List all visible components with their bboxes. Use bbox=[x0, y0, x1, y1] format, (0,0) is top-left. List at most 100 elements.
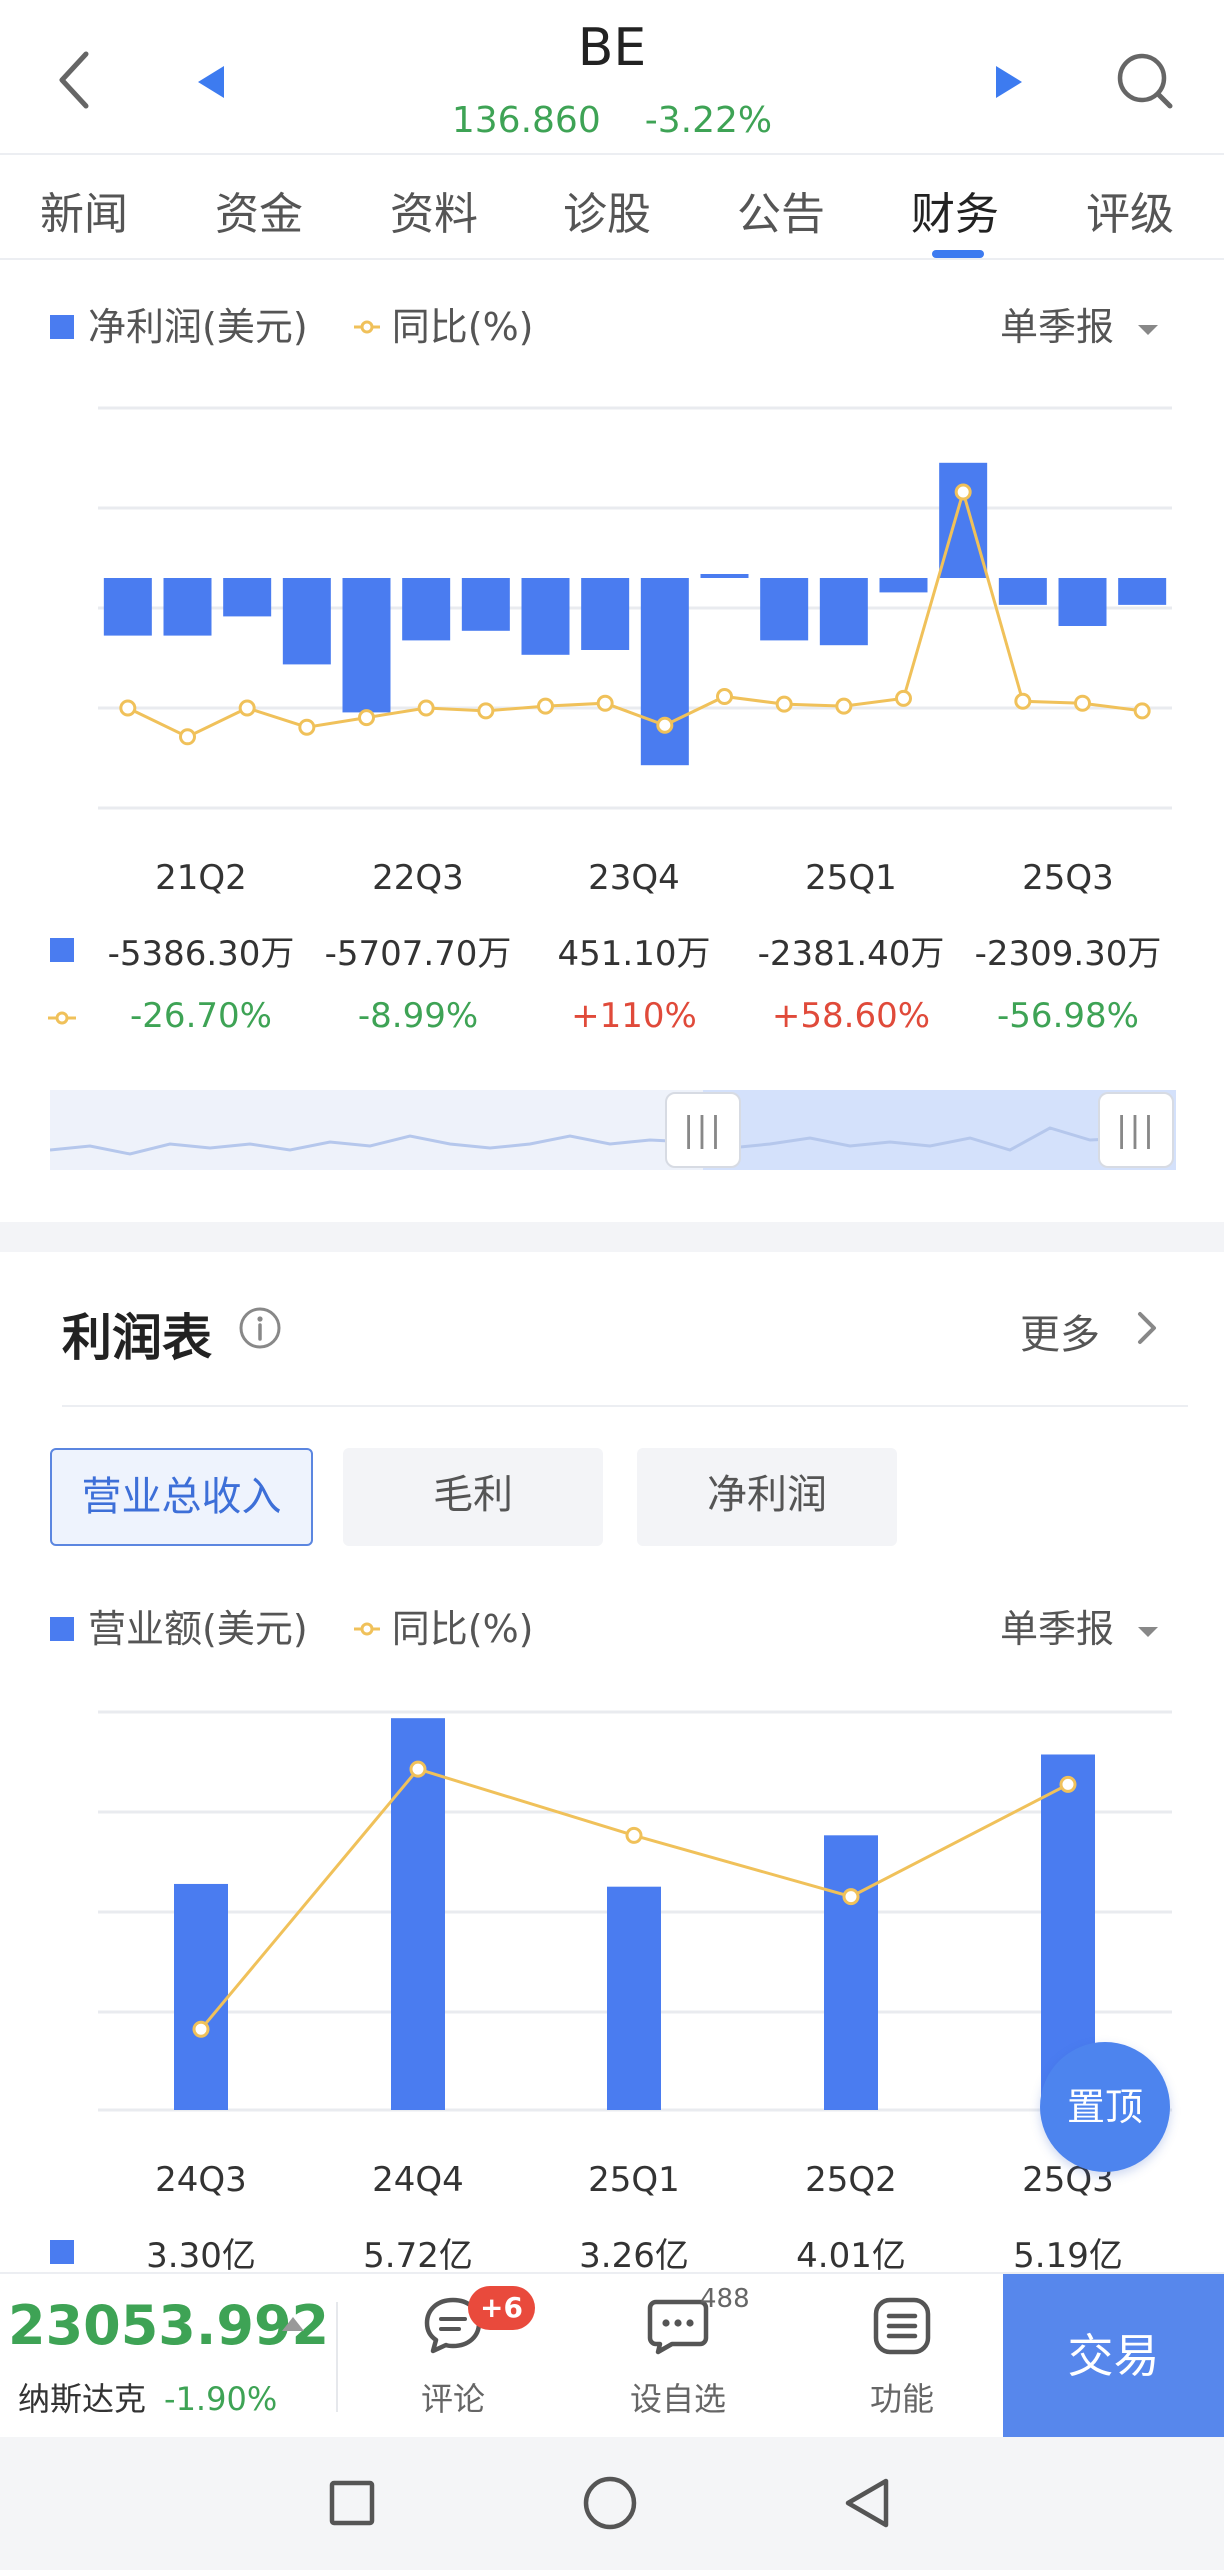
net-profit-bar bbox=[640, 578, 689, 766]
net-profit-bar bbox=[282, 578, 331, 665]
section-divider bbox=[0, 1222, 1224, 1252]
yoy-value: +58.60% bbox=[771, 996, 931, 1036]
yoy-value: -8.99% bbox=[357, 996, 479, 1036]
net-profit-period-dropdown[interactable]: 单季报 bbox=[1000, 296, 1160, 351]
title-divider bbox=[62, 1405, 1188, 1407]
net-profit-bar bbox=[998, 578, 1047, 605]
total-revenue-button[interactable]: 营业总收入 bbox=[50, 1448, 313, 1546]
net-profit-bar bbox=[223, 578, 272, 617]
yoy-values-row: -26.70% -8.99% +110% +58.60% -56.98% bbox=[0, 996, 1224, 1046]
yoy-point bbox=[192, 2020, 210, 2038]
x-label: 21Q2 bbox=[155, 858, 247, 898]
period-label: 单季报 bbox=[1000, 1607, 1115, 1651]
net-profit-bar bbox=[819, 578, 868, 646]
functions-label: 功能 bbox=[869, 2380, 934, 2418]
chevron-right-icon[interactable] bbox=[1134, 1308, 1160, 1348]
period-label: 单季报 bbox=[1000, 305, 1115, 349]
yoy-point bbox=[298, 718, 316, 736]
gross-profit-button[interactable]: 毛利 bbox=[343, 1448, 603, 1546]
yoy-point bbox=[842, 1888, 860, 1906]
revenue-chart bbox=[98, 1710, 1172, 2112]
tab-diagnosis[interactable]: 诊股 bbox=[563, 178, 651, 242]
next-stock-icon[interactable] bbox=[990, 60, 1030, 104]
system-back-icon[interactable] bbox=[840, 2475, 896, 2531]
system-nav-bar bbox=[0, 2437, 1224, 2570]
yoy-point bbox=[119, 699, 137, 717]
add-watchlist-label: 设自选 bbox=[629, 2380, 726, 2418]
revenue-bar bbox=[174, 1883, 228, 2110]
yoy-point bbox=[358, 709, 375, 727]
yoy-point bbox=[1059, 1775, 1077, 1793]
tab-announcements[interactable]: 公告 bbox=[737, 178, 825, 242]
revenue-legend-label: 营业额(美元) bbox=[88, 1607, 308, 1651]
net-profit-bar bbox=[581, 578, 630, 650]
yoy-legend-swatch bbox=[353, 320, 380, 333]
income-statement-title: 利润表 bbox=[62, 1309, 212, 1367]
tab-funds[interactable]: 资金 bbox=[215, 178, 303, 242]
trade-button[interactable]: 交易 bbox=[1003, 2274, 1224, 2439]
yoy-point bbox=[656, 716, 674, 734]
more-link[interactable]: 更多 bbox=[1020, 1302, 1100, 1360]
revenue-period-dropdown[interactable]: 单季报 bbox=[1000, 1598, 1160, 1653]
yoy-point bbox=[238, 699, 256, 717]
yoy-legend-label: 同比(%) bbox=[391, 305, 534, 349]
active-tab-indicator bbox=[932, 250, 984, 258]
yoy-point bbox=[1074, 694, 1091, 712]
home-icon[interactable] bbox=[582, 2475, 638, 2531]
net-profit-bar bbox=[760, 578, 809, 641]
stock-change-pct: -3.22% bbox=[644, 100, 773, 141]
slider-right-handle[interactable]: ||| bbox=[1098, 1092, 1174, 1168]
menu-list-icon bbox=[873, 2297, 931, 2355]
x-label: 25Q3 bbox=[1022, 858, 1114, 898]
net-profit-chart bbox=[98, 406, 1172, 810]
recent-apps-icon[interactable] bbox=[328, 2479, 376, 2527]
slider-left-handle[interactable]: ||| bbox=[665, 1092, 741, 1168]
net-profit-legend-label: 净利润(美元) bbox=[88, 305, 308, 349]
yoy-point bbox=[835, 697, 853, 715]
yoy-point bbox=[417, 699, 435, 717]
yoy-point bbox=[179, 728, 196, 746]
search-icon[interactable] bbox=[1112, 48, 1176, 112]
revenue-value: 5.19亿 bbox=[1013, 2236, 1123, 2276]
revenue-value: 4.01亿 bbox=[796, 2236, 906, 2276]
yoy-point bbox=[1133, 702, 1151, 720]
net-profit-button[interactable]: 净利润 bbox=[637, 1448, 897, 1546]
back-to-top-button[interactable]: 置顶 bbox=[1040, 2042, 1170, 2172]
yoy-point bbox=[1014, 692, 1032, 710]
index-info[interactable]: 纳斯达克 -1.90% bbox=[18, 2374, 277, 2420]
tab-financials[interactable]: 财务 bbox=[911, 178, 999, 242]
info-icon[interactable] bbox=[238, 1306, 282, 1350]
stock-quote: 136.860 -3.22% bbox=[0, 100, 1224, 141]
x-label: 25Q1 bbox=[805, 858, 897, 898]
tab-profile[interactable]: 资料 bbox=[390, 178, 478, 242]
functions-button[interactable]: 功能 bbox=[827, 2274, 977, 2439]
chart-range-slider[interactable]: ||| ||| bbox=[50, 1090, 1176, 1170]
yoy-point bbox=[537, 697, 554, 715]
stock-ticker: BE bbox=[577, 18, 647, 78]
index-name: 纳斯达克 bbox=[18, 2380, 147, 2418]
yoy-point bbox=[775, 695, 793, 713]
yoy-point bbox=[596, 694, 614, 712]
slider-sparkline bbox=[50, 1116, 1171, 1156]
bar-legend-swatch bbox=[50, 1616, 74, 1641]
net-profit-bar bbox=[1118, 578, 1167, 605]
yoy-point bbox=[716, 687, 733, 705]
net-profit-value: -2381.40万 bbox=[757, 934, 945, 974]
yoy-legend-label: 同比(%) bbox=[391, 1607, 534, 1651]
net-profit-values-row: -5386.30万 -5707.70万 451.10万 -2381.40万 -2… bbox=[0, 926, 1224, 976]
revenue-value: 3.26亿 bbox=[579, 2236, 689, 2276]
yoy-line bbox=[127, 486, 1143, 739]
revenue-values-row: 3.30亿 5.72亿 3.26亿 4.01亿 5.19亿 bbox=[0, 2228, 1224, 2278]
yoy-value: +110% bbox=[571, 996, 697, 1036]
revenue-legend: 营业额(美元) 同比(%) bbox=[50, 1598, 534, 1653]
net-profit-bar bbox=[521, 578, 570, 655]
tab-news[interactable]: 新闻 bbox=[40, 178, 128, 242]
caret-up-icon bbox=[282, 2317, 304, 2331]
index-change: -1.90% bbox=[164, 2380, 278, 2418]
revenue-value: 3.30亿 bbox=[146, 2236, 256, 2276]
bar-separator bbox=[336, 2302, 338, 2412]
caret-down-icon bbox=[1138, 324, 1159, 335]
net-profit-bar bbox=[402, 578, 451, 641]
tab-ratings[interactable]: 评级 bbox=[1086, 178, 1174, 242]
net-profit-bar bbox=[163, 578, 212, 636]
